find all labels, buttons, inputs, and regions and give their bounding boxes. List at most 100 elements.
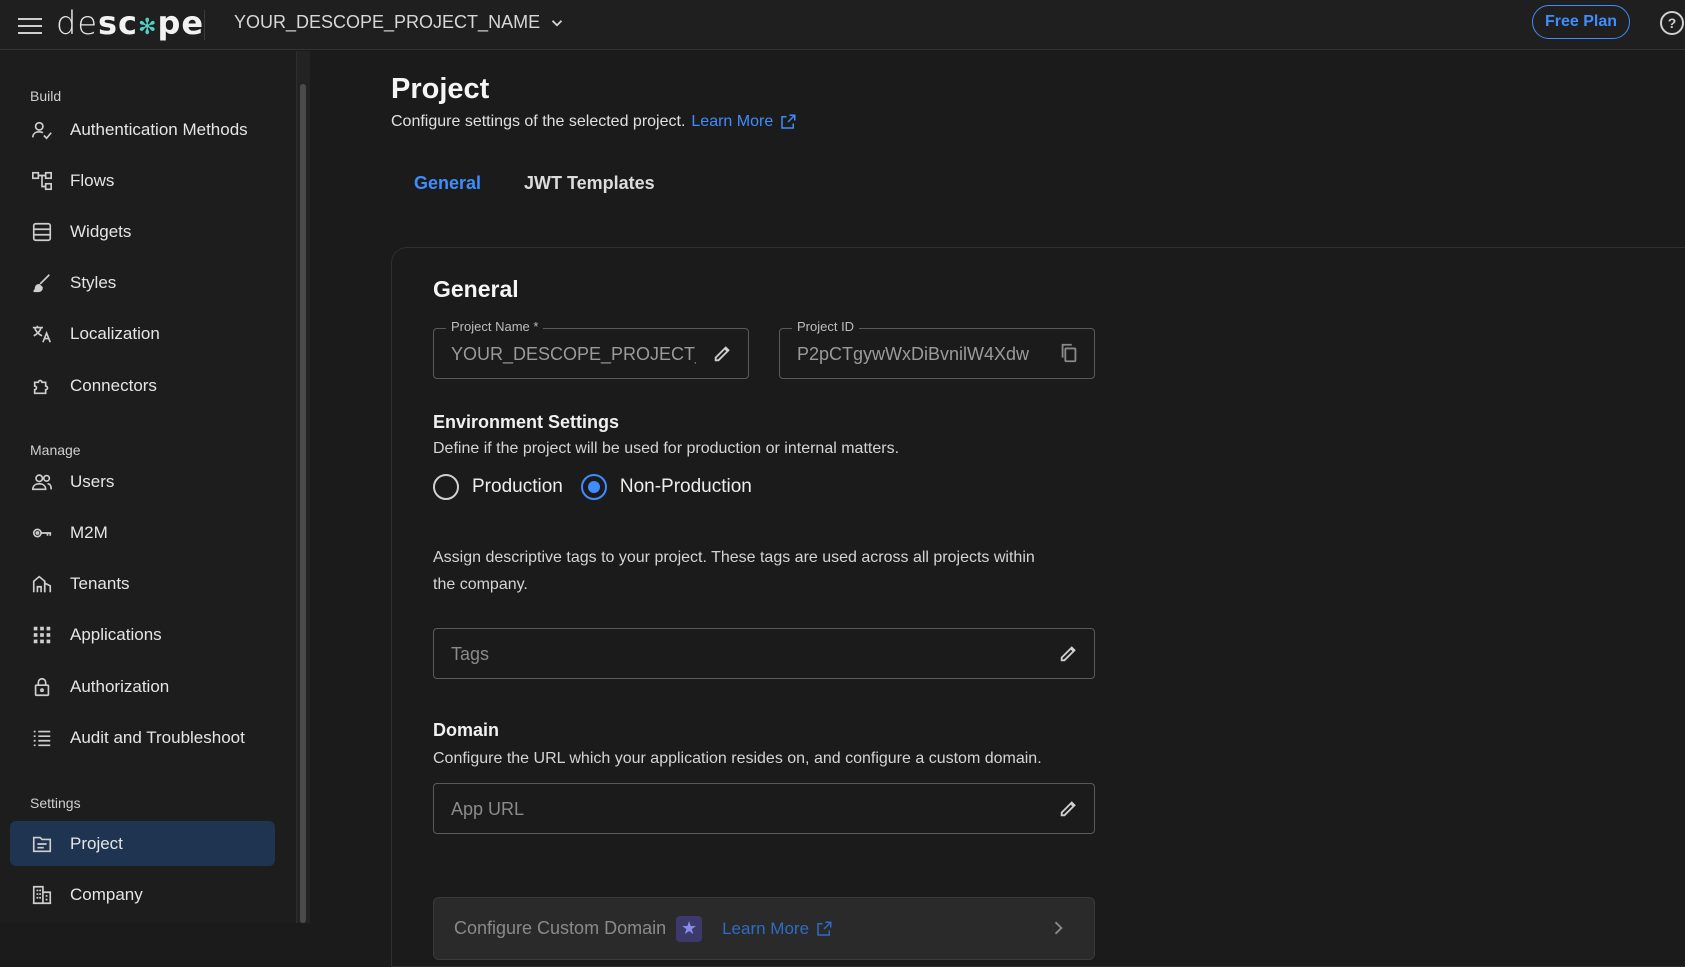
flow-icon: [30, 169, 54, 193]
lock-icon: [30, 675, 54, 699]
sidebar-item-label: Flows: [70, 170, 115, 190]
page-title: Project: [391, 73, 490, 105]
card-title: General: [433, 276, 519, 302]
copy-icon[interactable]: [1058, 342, 1080, 364]
logo-part: sc: [98, 4, 139, 42]
sidebar-item-label: Applications: [70, 624, 162, 644]
sidebar-item-label: Authorization: [70, 676, 170, 696]
tags-placeholder: Tags: [451, 644, 490, 664]
sidebar-item-tenants[interactable]: Tenants: [10, 561, 275, 606]
apps-grid-icon: [30, 623, 54, 647]
environment-settings-desc: Define if the project will be used for p…: [433, 440, 900, 457]
project-name-label: Project Name *: [446, 319, 544, 334]
tags-input[interactable]: Tags: [433, 628, 1095, 679]
logo-part: de: [56, 4, 98, 42]
sidebar-section-manage: Manage: [30, 442, 81, 458]
radio-label: Non-Production: [619, 476, 752, 497]
sidebar-section-build: Build: [30, 88, 62, 104]
chevron-right-icon: [1054, 921, 1063, 935]
logo-part: pe: [157, 4, 205, 42]
sidebar-item-connectors[interactable]: Connectors: [10, 363, 275, 408]
sidebar-item-project[interactable]: Project: [10, 821, 275, 866]
edit-icon[interactable]: [1058, 797, 1080, 819]
sidebar-item-authentication-methods[interactable]: Authentication Methods: [10, 107, 275, 152]
sidebar-item-applications[interactable]: Applications: [10, 612, 275, 657]
brush-icon: [30, 271, 54, 295]
page-subtitle-text: Configure settings of the selected proje…: [391, 113, 686, 130]
sidebar-item-label: Users: [70, 471, 115, 491]
environment-settings-title: Environment Settings: [433, 412, 620, 432]
chevron-down-icon: [551, 19, 563, 27]
tags-desc-line1: Assign descriptive tags to your project.…: [433, 549, 1035, 566]
sidebar: Build Authentication Methods Flows Widge…: [0, 51, 296, 923]
descope-logo[interactable]: desc✻pe: [56, 4, 204, 42]
sidebar-item-label: Styles: [70, 272, 117, 292]
radio-label: Production: [472, 476, 563, 497]
sidebar-item-authorization[interactable]: Authorization: [10, 664, 275, 709]
sidebar-item-company[interactable]: Company: [10, 872, 275, 917]
topbar-divider: [204, 10, 205, 40]
user-check-icon: [30, 118, 54, 142]
sidebar-item-audit[interactable]: Audit and Troubleshoot: [10, 715, 275, 760]
sidebar-item-label: Audit and Troubleshoot: [70, 727, 245, 747]
sidebar-item-label: Company: [70, 884, 143, 904]
sidebar-item-users[interactable]: Users: [10, 459, 275, 504]
main-content: Project Configure settings of the select…: [310, 51, 1685, 967]
environment-radio-group: Production Non-Production: [433, 474, 770, 500]
project-name-field[interactable]: Project Name * YOUR_DESCOPE_PROJECT_NAME: [433, 319, 749, 379]
widget-icon: [30, 220, 54, 244]
folder-icon: [30, 832, 54, 856]
sidebar-item-m2m[interactable]: M2M: [10, 510, 275, 555]
edit-icon[interactable]: [1058, 642, 1080, 664]
page-subtitle: Configure settings of the selected proje…: [391, 113, 797, 131]
sidebar-item-label: Tenants: [70, 573, 130, 593]
app-url-placeholder: App URL: [451, 799, 525, 819]
project-id-label: Project ID: [792, 319, 860, 334]
translate-icon: [30, 322, 54, 346]
configure-custom-domain-row[interactable]: Configure Custom Domain ★ Learn More: [433, 897, 1095, 960]
project-selector-label: YOUR_DESCOPE_PROJECT_NAME: [234, 12, 541, 32]
radio-checked-icon: [580, 474, 607, 500]
domain-desc: Configure the URL which your application…: [433, 750, 1042, 767]
learn-more-text: Learn More: [722, 918, 810, 938]
radio-non-production[interactable]: Non-Production: [580, 474, 752, 500]
edit-icon[interactable]: [712, 342, 734, 364]
building-icon: [30, 883, 54, 907]
users-icon: [30, 470, 54, 494]
project-id-field[interactable]: Project ID P2pCTgywWxDiBvnilW4Xdw: [779, 319, 1095, 379]
sidebar-item-localization[interactable]: Localization: [10, 311, 275, 356]
radio-production[interactable]: Production: [433, 474, 563, 500]
top-bar: desc✻pe YOUR_DESCOPE_PROJECT_NAME Free P…: [0, 0, 1685, 50]
tenants-icon: [30, 572, 54, 596]
free-plan-button[interactable]: Free Plan: [1532, 5, 1631, 39]
help-icon[interactable]: ?: [1660, 11, 1684, 35]
tags-desc-line2: the company.: [433, 576, 528, 593]
sidebar-item-widgets[interactable]: Widgets: [10, 209, 275, 254]
sidebar-item-label: M2M: [70, 522, 108, 542]
sidebar-item-flows[interactable]: Flows: [10, 158, 275, 203]
project-name-value: YOUR_DESCOPE_PROJECT_NAME: [451, 344, 696, 364]
sidebar-item-label: Authentication Methods: [70, 119, 248, 139]
sidebar-scrollbar-thumb[interactable]: [300, 84, 306, 923]
general-card: General Project Name * YOUR_DESCOPE_PROJ…: [391, 247, 1685, 967]
puzzle-icon: [30, 374, 54, 398]
sidebar-item-styles[interactable]: Styles: [10, 260, 275, 305]
sidebar-section-settings: Settings: [30, 795, 81, 811]
key-icon: [30, 521, 54, 545]
project-selector[interactable]: YOUR_DESCOPE_PROJECT_NAME: [234, 12, 566, 33]
external-link-icon[interactable]: [779, 113, 797, 131]
custom-domain-learn-more[interactable]: Learn More: [722, 919, 833, 939]
project-id-value: P2pCTgywWxDiBvnilW4Xdw: [797, 344, 1030, 364]
learn-more-link[interactable]: Learn More: [691, 113, 773, 131]
app-url-input[interactable]: App URL: [433, 783, 1095, 834]
menu-icon[interactable]: [18, 13, 42, 37]
domain-title: Domain: [433, 720, 500, 740]
sidebar-item-label: Widgets: [70, 221, 132, 241]
star-icon: ★: [676, 915, 703, 942]
list-icon: [30, 726, 54, 750]
sidebar-item-label: Connectors: [70, 375, 157, 395]
external-link-icon: [817, 921, 832, 936]
sidebar-item-label: Project: [70, 833, 123, 853]
sidebar-item-label: Localization: [70, 323, 160, 343]
logo-dot: ✻: [138, 15, 158, 40]
